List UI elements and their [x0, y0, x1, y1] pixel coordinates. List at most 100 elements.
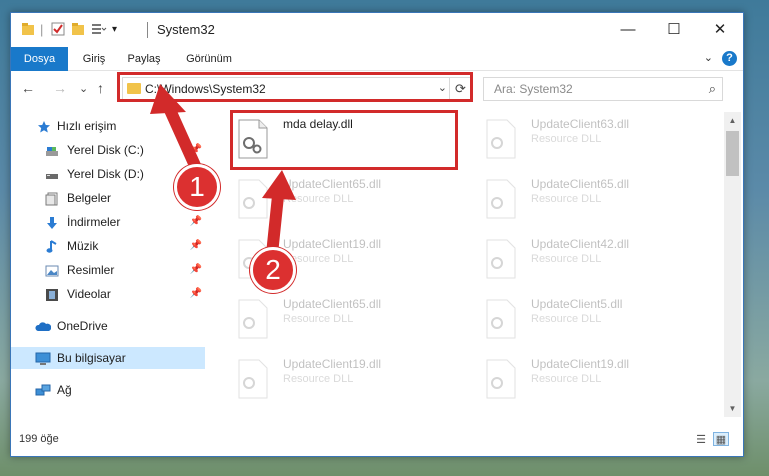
cloud-icon	[35, 319, 52, 333]
file-type: Resource DLL	[531, 133, 602, 145]
file-type: Resource DLL	[283, 193, 354, 205]
up-button[interactable]: ↑	[97, 80, 104, 96]
explorer-window: | ▾ System32 — ☐ ✕ Dosya Giriş Paylaş Gö…	[10, 12, 744, 457]
customize-toolbar-icon[interactable]: ▾	[112, 24, 117, 35]
sidebar-item-label: Müzik	[67, 239, 99, 253]
sidebar-item-onedrive[interactable]: OneDrive	[11, 315, 205, 337]
forward-button[interactable]: →	[53, 80, 67, 96]
new-folder-icon[interactable]	[71, 22, 85, 39]
dll-file-icon	[237, 359, 269, 399]
sidebar-item-quick-access[interactable]: Hızlı erişim	[11, 115, 205, 137]
sidebar-item-label: Videolar	[67, 287, 111, 301]
dll-file-icon	[485, 239, 517, 279]
file-item[interactable]: UpdateClient5.dll Resource DLL	[483, 295, 713, 347]
sidebar-item-label: OneDrive	[57, 319, 108, 333]
file-item[interactable]: UpdateClient65.dll Resource DLL	[235, 175, 465, 227]
download-icon	[45, 215, 59, 229]
pin-icon[interactable]: 📌	[190, 259, 202, 281]
file-item[interactable]: UpdateClient63.dll Resource DLL	[483, 115, 713, 167]
dll-file-icon	[485, 359, 517, 399]
recent-locations-button[interactable]: ⌄	[79, 82, 88, 95]
back-button[interactable]: ←	[21, 80, 35, 96]
step-1-badge: 1	[174, 164, 220, 210]
file-item-highlighted[interactable]: mda delay.dll	[235, 115, 465, 167]
pin-icon[interactable]: 📌	[190, 283, 202, 305]
details-view-icon[interactable]: ☰	[693, 432, 709, 446]
sidebar-item-label: Ağ	[57, 383, 72, 397]
file-name: UpdateClient19.dll	[283, 237, 382, 251]
expand-ribbon-icon[interactable]: ⌄	[704, 51, 713, 64]
folder-icon[interactable]	[21, 22, 35, 39]
pictures-icon	[45, 263, 59, 277]
file-name: UpdateClient65.dll	[283, 177, 382, 191]
documents-icon	[45, 191, 59, 206]
search-placeholder: Ara: System32	[494, 82, 573, 96]
file-name: UpdateClient19.dll	[531, 357, 630, 371]
sidebar-item-this-pc[interactable]: Bu bilgisayar	[11, 347, 205, 369]
sidebar-item-label: Belgeler	[67, 191, 112, 205]
file-type: Resource DLL	[283, 313, 354, 325]
sidebar-item-label: Yerel Disk (C:)	[67, 143, 144, 157]
sidebar-item-downloads[interactable]: İndirmeler 📌	[11, 211, 205, 233]
file-item[interactable]: UpdateClient19.dll Resource DLL	[483, 355, 713, 407]
sidebar-item-videos[interactable]: Videolar 📌	[11, 283, 205, 305]
network-icon	[35, 383, 51, 397]
scroll-up-icon[interactable]: ▲	[724, 112, 741, 129]
music-icon	[45, 239, 59, 253]
pin-icon[interactable]: 📌	[190, 235, 202, 257]
maximize-button[interactable]: ☐	[651, 13, 697, 45]
dll-file-icon	[485, 179, 517, 219]
quick-access-toolbar-icon[interactable]	[91, 22, 107, 39]
large-icons-view-icon[interactable]: ▦	[713, 432, 729, 446]
file-name: UpdateClient65.dll	[283, 297, 382, 311]
sidebar-item-pictures[interactable]: Resimler 📌	[11, 259, 205, 281]
file-name: UpdateClient19.dll	[283, 357, 382, 371]
file-type: Resource DLL	[531, 373, 602, 385]
item-count: 199 öğe	[19, 433, 59, 445]
navigation-pane: Hızlı erişim Yerel Disk (C:) 📌 Yerel Dis…	[11, 109, 207, 419]
search-box[interactable]: Ara: System32 ⌕	[483, 77, 723, 101]
file-name: UpdateClient63.dll	[531, 117, 630, 131]
file-name: UpdateClient42.dll	[531, 237, 630, 251]
tab-file[interactable]: Dosya	[11, 47, 68, 71]
address-path[interactable]: C:\Windows\System32	[145, 82, 266, 96]
pin-icon[interactable]: 📌	[190, 139, 202, 161]
star-icon	[37, 119, 51, 133]
file-item[interactable]: UpdateClient65.dll Resource DLL	[235, 295, 465, 347]
file-item[interactable]: UpdateClient42.dll Resource DLL	[483, 235, 713, 287]
file-name: mda delay.dll	[283, 117, 353, 131]
tab-view[interactable]: Görünüm	[181, 47, 237, 71]
dll-file-icon	[485, 299, 517, 339]
sidebar-item-drive-c[interactable]: Yerel Disk (C:) 📌	[11, 139, 205, 161]
search-icon[interactable]: ⌕	[709, 81, 716, 97]
file-item[interactable]: UpdateClient65.dll Resource DLL	[483, 175, 713, 227]
file-type: Resource DLL	[531, 313, 602, 325]
ribbon: Dosya Giriş Paylaş Görünüm ⌄ ?	[11, 47, 743, 71]
close-button[interactable]: ✕	[697, 13, 743, 45]
address-bar[interactable]: C:\Windows\System32 ⌄ ⟳	[122, 77, 472, 101]
file-item[interactable]: UpdateClient19.dll Resource DLL	[235, 355, 465, 407]
dll-file-icon	[237, 179, 269, 219]
tab-home[interactable]: Giriş	[75, 47, 113, 71]
pin-icon[interactable]: 📌	[190, 211, 202, 233]
file-name: UpdateClient5.dll	[531, 297, 623, 311]
help-icon[interactable]: ?	[722, 51, 737, 66]
scroll-down-icon[interactable]: ▼	[724, 400, 741, 417]
address-dropdown-icon[interactable]: ⌄	[438, 81, 447, 94]
sidebar-item-label: İndirmeler	[67, 215, 121, 229]
minimize-button[interactable]: —	[605, 13, 651, 45]
tab-share[interactable]: Paylaş	[121, 47, 167, 71]
refresh-button[interactable]: ⟳	[449, 78, 471, 100]
title-separator	[147, 22, 148, 38]
folder-icon	[127, 83, 141, 94]
computer-icon	[35, 351, 51, 365]
file-type: Resource DLL	[531, 253, 602, 265]
vertical-scrollbar[interactable]: ▲ ▼	[724, 112, 741, 417]
properties-icon[interactable]	[51, 22, 65, 39]
sidebar-item-label: Resimler	[67, 263, 115, 277]
sidebar-item-music[interactable]: Müzik 📌	[11, 235, 205, 257]
scrollbar-thumb[interactable]	[726, 131, 739, 176]
sidebar-item-network[interactable]: Ağ	[11, 379, 205, 401]
status-bar: 199 öğe ☰ ▦	[11, 427, 743, 453]
videos-icon	[45, 287, 59, 301]
